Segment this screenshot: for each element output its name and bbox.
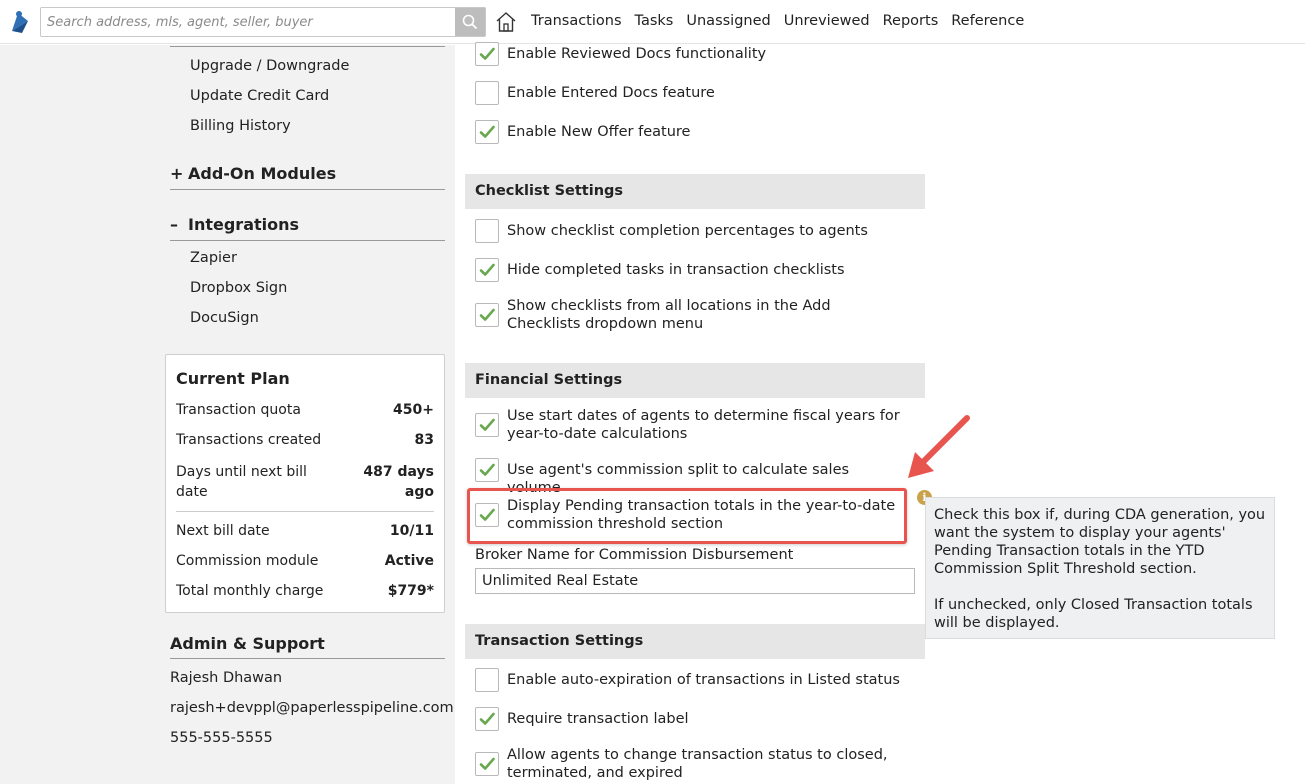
app-logo-icon[interactable] xyxy=(8,9,32,35)
nav-reports[interactable]: Reports xyxy=(883,13,939,29)
plan-row-value: 487 days ago xyxy=(363,464,434,500)
admin-email[interactable]: rajesh+devppl@paperlesspipeline.com xyxy=(170,700,454,716)
plan-row-value: 83 xyxy=(414,432,434,448)
sidebar-section-addons[interactable]: + Add-On Modules xyxy=(170,164,445,190)
sidebar-link-zapier[interactable]: Zapier xyxy=(190,250,237,266)
nav-reference[interactable]: Reference xyxy=(951,13,1024,29)
search-input[interactable] xyxy=(41,8,455,36)
annotation-arrow-icon xyxy=(908,415,970,478)
option-label: Enable Reviewed Docs functionality xyxy=(507,46,767,62)
search-button[interactable] xyxy=(455,8,485,36)
sidebar-link-billing-history[interactable]: Billing History xyxy=(190,118,291,134)
search-box xyxy=(40,7,486,37)
section-title: Add-On Modules xyxy=(188,164,337,183)
checkbox[interactable] xyxy=(475,752,499,776)
checkmark-icon xyxy=(479,712,495,725)
plan-row-label: Transactions created xyxy=(176,432,322,448)
checkmark-icon xyxy=(479,47,495,60)
plan-row-label: Next bill date xyxy=(176,523,270,539)
admin-support-title: Admin & Support xyxy=(170,634,445,659)
admin-name: Rajesh Dhawan xyxy=(170,670,283,686)
current-plan-card: Current Plan Transaction quota 450+ Tran… xyxy=(165,354,445,613)
checkbox[interactable] xyxy=(475,258,499,282)
option-label: Require transaction label xyxy=(507,711,689,727)
sidebar-link-docusign[interactable]: DocuSign xyxy=(190,310,259,326)
sidebar-section-integrations[interactable]: – Integrations xyxy=(170,215,445,241)
admin-phone: 555-555-5555 xyxy=(170,730,273,746)
checkbox[interactable] xyxy=(475,707,499,731)
plan-row-label: Commission module xyxy=(176,553,319,569)
nav-unassigned[interactable]: Unassigned xyxy=(686,13,770,29)
checkbox[interactable] xyxy=(475,42,499,66)
option-label: Show checklist completion percentages to… xyxy=(507,223,868,239)
plan-row-label: Days until next bill date xyxy=(176,464,307,500)
main-nav: Transactions Tasks Unassigned Unreviewed… xyxy=(531,13,1037,29)
sidebar-link-dropbox-sign[interactable]: Dropbox Sign xyxy=(190,280,287,296)
checkbox[interactable] xyxy=(475,668,499,692)
checkmark-icon xyxy=(479,418,495,431)
collapse-icon: – xyxy=(170,215,178,234)
plan-row-value: $779* xyxy=(387,583,434,599)
home-icon[interactable] xyxy=(495,11,517,33)
plan-row: Days until next bill date 487 days ago xyxy=(176,462,434,502)
plan-row-label: Total monthly charge xyxy=(176,583,324,599)
option-label: Hide completed tasks in transaction chec… xyxy=(507,262,845,278)
checkmark-icon xyxy=(479,463,495,476)
nav-tasks[interactable]: Tasks xyxy=(635,13,674,29)
checkbox[interactable] xyxy=(475,81,499,105)
sidebar-divider xyxy=(170,46,445,47)
checkbox[interactable] xyxy=(475,120,499,144)
option-label: Allow agents to change transaction statu… xyxy=(507,747,888,781)
highlight-box xyxy=(467,488,907,544)
broker-name-label: Broker Name for Commission Disbursement xyxy=(475,547,794,563)
plan-row-value: 10/11 xyxy=(389,523,434,539)
broker-name-input[interactable] xyxy=(475,568,915,594)
nav-transactions[interactable]: Transactions xyxy=(531,13,622,29)
checkmark-icon xyxy=(479,125,495,138)
plan-divider xyxy=(176,511,434,512)
checkmark-icon xyxy=(479,757,495,770)
checkbox[interactable] xyxy=(475,413,499,437)
section-header-financial: Financial Settings xyxy=(465,363,925,398)
plan-row-label: Transaction quota xyxy=(176,402,301,418)
checkbox[interactable] xyxy=(475,303,499,327)
tooltip-text: Check this box if, during CDA generation… xyxy=(934,507,1266,577)
option-label: Enable New Offer feature xyxy=(507,124,691,140)
option-label: Enable Entered Docs feature xyxy=(507,85,715,101)
checkmark-icon xyxy=(479,263,495,276)
sidebar-link-upgrade[interactable]: Upgrade / Downgrade xyxy=(190,58,349,74)
tooltip-text: If unchecked, only Closed Transaction to… xyxy=(934,597,1253,631)
section-header-checklist: Checklist Settings xyxy=(465,174,925,209)
info-tooltip: Check this box if, during CDA generation… xyxy=(925,497,1275,639)
option-label: Show checklists from all locations in th… xyxy=(507,298,831,332)
plan-row-value: Active xyxy=(384,553,434,569)
plan-row-value: 450+ xyxy=(393,402,434,418)
plan-title: Current Plan xyxy=(176,369,290,388)
section-header-transaction: Transaction Settings xyxy=(465,624,925,659)
sidebar-link-credit-card[interactable]: Update Credit Card xyxy=(190,88,329,104)
expand-icon: + xyxy=(170,164,184,183)
nav-unreviewed[interactable]: Unreviewed xyxy=(784,13,870,29)
checkbox[interactable] xyxy=(475,458,499,482)
checkmark-icon xyxy=(479,308,495,321)
search-icon xyxy=(462,14,478,30)
top-bar: Transactions Tasks Unassigned Unreviewed… xyxy=(0,0,1305,44)
option-label: Enable auto-expiration of transactions i… xyxy=(507,672,900,688)
option-label: Use start dates of agents to determine f… xyxy=(507,408,900,442)
checkbox[interactable] xyxy=(475,219,499,243)
section-title: Integrations xyxy=(188,215,300,234)
